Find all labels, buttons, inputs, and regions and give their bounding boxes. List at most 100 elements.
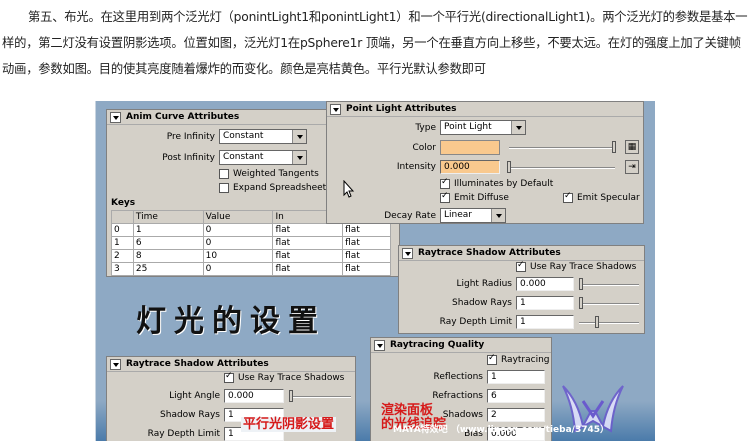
intensity-field[interactable]: 0.000 (440, 160, 500, 174)
table-cell[interactable]: flat (342, 249, 391, 263)
pre-infinity-dropdown[interactable]: Constant (219, 129, 307, 144)
expand-spreadsheet-checkbox[interactable] (219, 183, 229, 193)
reflections-field[interactable]: 1 (487, 370, 545, 384)
raytracing-quality-header[interactable]: Raytracing Quality (371, 338, 551, 353)
intensity-slider-thumb[interactable] (507, 161, 511, 173)
table-cell[interactable]: flat (342, 262, 391, 276)
collapse-arrow-icon[interactable] (402, 247, 413, 259)
type-label: Type (415, 122, 436, 133)
refractions-label: Refractions (432, 391, 483, 401)
chevron-down-icon (496, 214, 502, 218)
watermark-text: MAYA特效吧 （www.linecg.com/tieba/3745） (393, 425, 610, 435)
collapse-arrow-icon[interactable] (110, 358, 121, 370)
table-row[interactable]: 1 6 0 flat flat (111, 236, 391, 250)
illuminates-default-checkbox[interactable] (440, 177, 450, 189)
chevron-down-icon (297, 135, 303, 139)
table-cell[interactable]: 10 (202, 249, 274, 263)
keys-column-header[interactable]: Time (132, 210, 204, 224)
table-cell[interactable]: flat (272, 262, 344, 276)
table-cell[interactable]: flat (272, 236, 344, 250)
raytrace-shadow-panel-top: Raytrace Shadow Attributes Use Ray Trace… (398, 245, 645, 334)
table-row[interactable]: 3 25 0 flat flat (111, 262, 391, 276)
use-ray-trace-checkbox[interactable] (516, 260, 526, 272)
keys-column-header[interactable]: Value (202, 210, 274, 224)
table-cell[interactable]: 0 (202, 223, 274, 237)
emit-diffuse-checkbox[interactable] (440, 191, 450, 203)
ray-depth-slider[interactable] (579, 322, 639, 324)
keyframe-connection-icon[interactable]: ⇥ (625, 160, 639, 174)
refractions-field[interactable]: 6 (487, 389, 545, 403)
lighting-settings-title: 灯光的设置 (136, 304, 326, 339)
light-radius-thumb[interactable] (579, 278, 583, 290)
expand-spreadsheet-label: Expand Spreadsheet (233, 183, 327, 193)
color-label: Color (412, 142, 437, 153)
texture-map-icon[interactable]: ▦ (625, 140, 639, 154)
table-cell[interactable]: 25 (132, 262, 204, 276)
table-cell[interactable]: 6 (132, 236, 204, 250)
color-swatch[interactable] (440, 140, 500, 155)
shadow-rays-thumb[interactable] (579, 297, 583, 309)
decay-rate-value: Linear (444, 210, 472, 220)
shadow-rays-slider[interactable] (579, 303, 639, 305)
raytracing-checkbox[interactable] (487, 353, 497, 365)
color-slider[interactable] (509, 147, 615, 149)
emit-specular-checkbox[interactable] (563, 191, 573, 203)
light-angle-slider[interactable] (289, 396, 351, 398)
ray-depth-thumb[interactable] (595, 316, 599, 328)
intensity-slider[interactable] (509, 167, 615, 169)
intensity-label: Intensity (396, 162, 436, 172)
weighted-tangents-label: Weighted Tangents (233, 169, 319, 179)
table-cell[interactable]: 2 (111, 249, 134, 263)
use-ray-trace-checkbox-bottom[interactable] (224, 371, 234, 383)
emit-diffuse-label: Emit Diffuse (454, 193, 509, 203)
weighted-tangents-checkbox[interactable] (219, 169, 229, 179)
use-ray-trace-label: Use Ray Trace Shadows (530, 262, 637, 272)
table-cell[interactable]: flat (342, 223, 391, 237)
keys-label: Keys (111, 198, 136, 208)
table-cell[interactable]: 1 (132, 223, 204, 237)
use-ray-trace-label-bottom: Use Ray Trace Shadows (238, 373, 345, 383)
light-radius-slider[interactable] (579, 284, 639, 286)
table-cell[interactable]: 0 (202, 262, 274, 276)
table-cell[interactable]: flat (272, 249, 344, 263)
light-type-dropdown[interactable]: Point Light (440, 120, 526, 135)
table-cell[interactable]: flat (342, 236, 391, 250)
table-cell[interactable]: 0 (111, 223, 134, 237)
shadows-field[interactable]: 2 (487, 408, 545, 422)
decay-rate-label: Decay Rate (384, 210, 436, 221)
keys-column-header[interactable] (111, 210, 134, 224)
reflections-label: Reflections (433, 372, 483, 382)
table-cell[interactable]: 1 (111, 236, 134, 250)
light-radius-label: Light Radius (456, 279, 513, 289)
table-cell[interactable]: flat (272, 223, 344, 237)
collapse-arrow-icon[interactable] (110, 111, 121, 123)
raytrace-shadow-header[interactable]: Raytrace Shadow Attributes (399, 246, 644, 261)
render-caption-line1: 渲染面板 (381, 403, 434, 418)
light-radius-field[interactable]: 0.000 (516, 277, 574, 291)
pre-infinity-label: Pre Infinity (166, 131, 215, 142)
chevron-down-icon (516, 126, 522, 130)
chevron-down-icon (297, 156, 303, 160)
directional-shadow-caption: 平行光阴影设置 (241, 417, 337, 432)
raytrace-shadow-title: Raytrace Shadow Attributes (418, 248, 561, 258)
point-light-header[interactable]: Point Light Attributes (327, 102, 643, 117)
raytracing-label: Raytracing (501, 355, 550, 365)
color-slider-thumb[interactable] (612, 141, 616, 153)
ray-depth-limit-field[interactable]: 1 (516, 315, 574, 329)
table-cell[interactable]: 3 (111, 262, 134, 276)
collapse-arrow-icon[interactable] (330, 103, 341, 115)
raytrace-shadow-header-bottom[interactable]: Raytrace Shadow Attributes (107, 357, 355, 372)
raytracing-quality-title: Raytracing Quality (390, 340, 485, 350)
light-angle-label: Light Angle (169, 391, 220, 401)
collapse-arrow-icon[interactable] (374, 339, 385, 351)
post-infinity-dropdown[interactable]: Constant (219, 150, 307, 165)
post-infinity-value: Constant (223, 152, 264, 162)
shadow-rays-field[interactable]: 1 (516, 296, 574, 310)
table-row[interactable]: 0 1 0 flat flat (111, 223, 391, 237)
table-cell[interactable]: 0 (202, 236, 274, 250)
table-cell[interactable]: 8 (132, 249, 204, 263)
light-angle-field[interactable]: 0.000 (224, 389, 284, 403)
light-angle-thumb[interactable] (289, 390, 293, 402)
table-row[interactable]: 2 8 10 flat flat (111, 249, 391, 263)
decay-rate-dropdown[interactable]: Linear (440, 208, 506, 223)
